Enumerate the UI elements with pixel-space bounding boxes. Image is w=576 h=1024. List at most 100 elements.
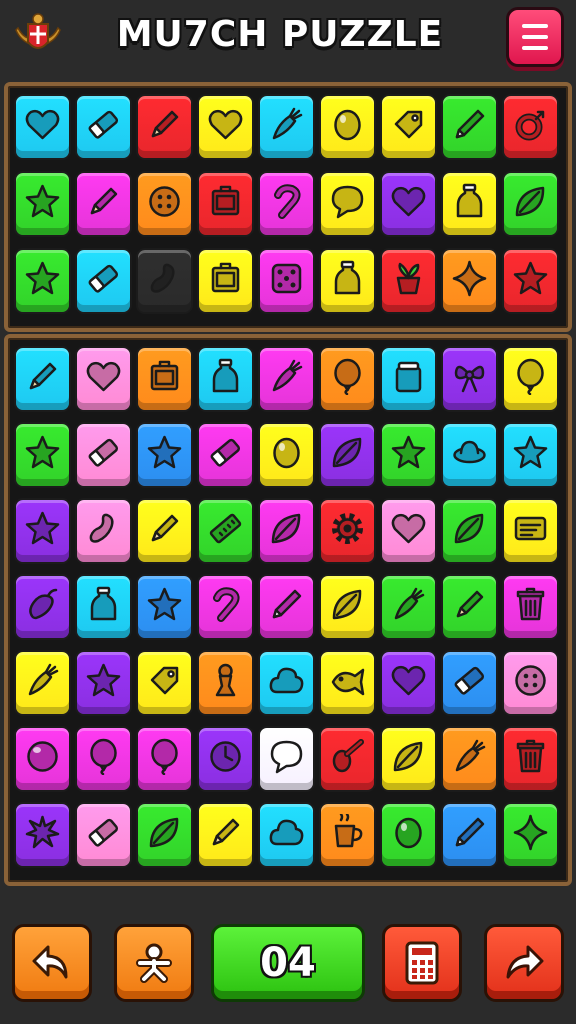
bottom-tile-r3-c4[interactable] [197,498,254,564]
top-tile-r3-c9[interactable] [502,248,559,314]
bottom-tile-r2-c9[interactable] [502,422,559,488]
top-tile-r2-c1[interactable] [14,171,71,237]
top-tile-r2-c2[interactable] [75,171,132,237]
bottom-tile-r6-c2[interactable] [75,726,132,792]
bottom-tile-r2-c8[interactable] [441,422,498,488]
bottom-tile-r5-c6[interactable] [319,650,376,716]
bottom-tile-r3-c3[interactable] [136,498,193,564]
bottom-tile-r4-c7[interactable] [380,574,437,640]
bottom-tile-r6-c4[interactable] [197,726,254,792]
top-tile-r1-c4[interactable] [197,94,254,160]
bottom-tile-r1-c4[interactable] [197,346,254,412]
top-tile-r3-c2[interactable] [75,248,132,314]
top-tile-r1-c2[interactable] [75,94,132,160]
top-tile-r3-c3[interactable] [136,248,193,314]
bottom-tile-r3-c2[interactable] [75,498,132,564]
bottom-tile-r1-c5[interactable] [258,346,315,412]
sparkle-icon [513,814,548,851]
bottom-tile-r6-c8[interactable] [441,726,498,792]
bottom-tile-r6-c6[interactable] [319,726,376,792]
bottom-tile-r3-c8[interactable] [441,498,498,564]
bottom-tile-r1-c1[interactable] [14,346,71,412]
top-tile-r3-c6[interactable] [319,248,376,314]
top-tile-r3-c8[interactable] [441,248,498,314]
bottom-tile-r7-c2[interactable] [75,802,132,868]
bottom-tile-r3-c6[interactable] [319,498,376,564]
top-tile-r3-c1[interactable] [14,248,71,314]
bottom-tile-r4-c8[interactable] [441,574,498,640]
bottom-tile-r7-c9[interactable] [502,802,559,868]
top-tile-r2-c5[interactable] [258,171,315,237]
top-tile-r3-c4[interactable] [197,248,254,314]
bottom-tile-r2-c7[interactable] [380,422,437,488]
bottom-tile-r1-c9[interactable] [502,346,559,412]
bottom-tile-r6-c5[interactable] [258,726,315,792]
bottom-tile-r2-c2[interactable] [75,422,132,488]
bottom-tile-r5-c5[interactable] [258,650,315,716]
bottom-tile-r7-c3[interactable] [136,802,193,868]
bottom-tile-r3-c5[interactable] [258,498,315,564]
bottom-tile-r6-c9[interactable] [502,726,559,792]
bean-icon [89,513,114,543]
bottom-tile-r4-c3[interactable] [136,574,193,640]
bottom-tile-r5-c8[interactable] [441,650,498,716]
cup-icon [334,814,363,848]
top-tile-r1-c9[interactable] [502,94,559,160]
bottom-tile-r3-c7[interactable] [380,498,437,564]
bottom-tile-r2-c4[interactable] [197,422,254,488]
bottom-tile-r1-c2[interactable] [75,346,132,412]
bottom-tile-r5-c3[interactable] [136,650,193,716]
next-button[interactable] [484,924,564,1002]
bottom-tile-r4-c1[interactable] [14,574,71,640]
top-tile-r1-c5[interactable] [258,94,315,160]
top-tile-r2-c4[interactable] [197,171,254,237]
top-tile-r2-c3[interactable] [136,171,193,237]
bottom-tile-r7-c4[interactable] [197,802,254,868]
tag-icon [394,110,423,139]
top-tile-r1-c1[interactable] [14,94,71,160]
bottom-tile-r5-c4[interactable] [197,650,254,716]
bottom-tile-r6-c1[interactable] [14,726,71,792]
bottom-tile-r7-c1[interactable] [14,802,71,868]
bottom-tile-r4-c4[interactable] [197,574,254,640]
top-tile-r2-c9[interactable] [502,171,559,237]
top-tile-r1-c6[interactable] [319,94,376,160]
bottom-tile-r1-c8[interactable] [441,346,498,412]
bottom-tile-r5-c2[interactable] [75,650,132,716]
top-tile-r3-c7[interactable] [380,248,437,314]
bottom-tile-r7-c6[interactable] [319,802,376,868]
bottom-tile-r5-c9[interactable] [502,650,559,716]
bottom-tile-r7-c5[interactable] [258,802,315,868]
bottom-tile-r1-c6[interactable] [319,346,376,412]
bottom-tile-r5-c7[interactable] [380,650,437,716]
bottom-tile-r2-c1[interactable] [14,422,71,488]
top-tile-r3-c5[interactable] [258,248,315,314]
bottom-tile-r2-c6[interactable] [319,422,376,488]
top-tile-r1-c7[interactable] [380,94,437,160]
bottom-tile-r5-c1[interactable] [14,650,71,716]
bottom-tile-r3-c9[interactable] [502,498,559,564]
bottom-tile-r7-c7[interactable] [380,802,437,868]
top-tile-r1-c8[interactable] [441,94,498,160]
bottom-tile-r4-c6[interactable] [319,574,376,640]
hint-button[interactable] [114,924,194,1002]
bottom-tile-r7-c8[interactable] [441,802,498,868]
bottom-tile-r4-c2[interactable] [75,574,132,640]
bottom-tile-r3-c1[interactable] [14,498,71,564]
bottom-tile-r6-c7[interactable] [380,726,437,792]
top-tile-r2-c6[interactable] [319,171,376,237]
bottom-tile-r1-c3[interactable] [136,346,193,412]
bottom-tile-r2-c5[interactable] [258,422,315,488]
undo-button[interactable] [12,924,92,1002]
calculator-button[interactable] [382,924,462,1002]
bottom-tile-r2-c3[interactable] [136,422,193,488]
bottom-tile-r4-c5[interactable] [258,574,315,640]
bottom-tile-r1-c7[interactable] [380,346,437,412]
bottom-tile-r6-c3[interactable] [136,726,193,792]
top-tile-r2-c7[interactable] [380,171,437,237]
hook-icon [274,184,301,219]
top-tile-r2-c8[interactable] [441,171,498,237]
top-tile-r1-c3[interactable] [136,94,193,160]
menu-button[interactable] [506,7,564,67]
bottom-tile-r4-c9[interactable] [502,574,559,640]
